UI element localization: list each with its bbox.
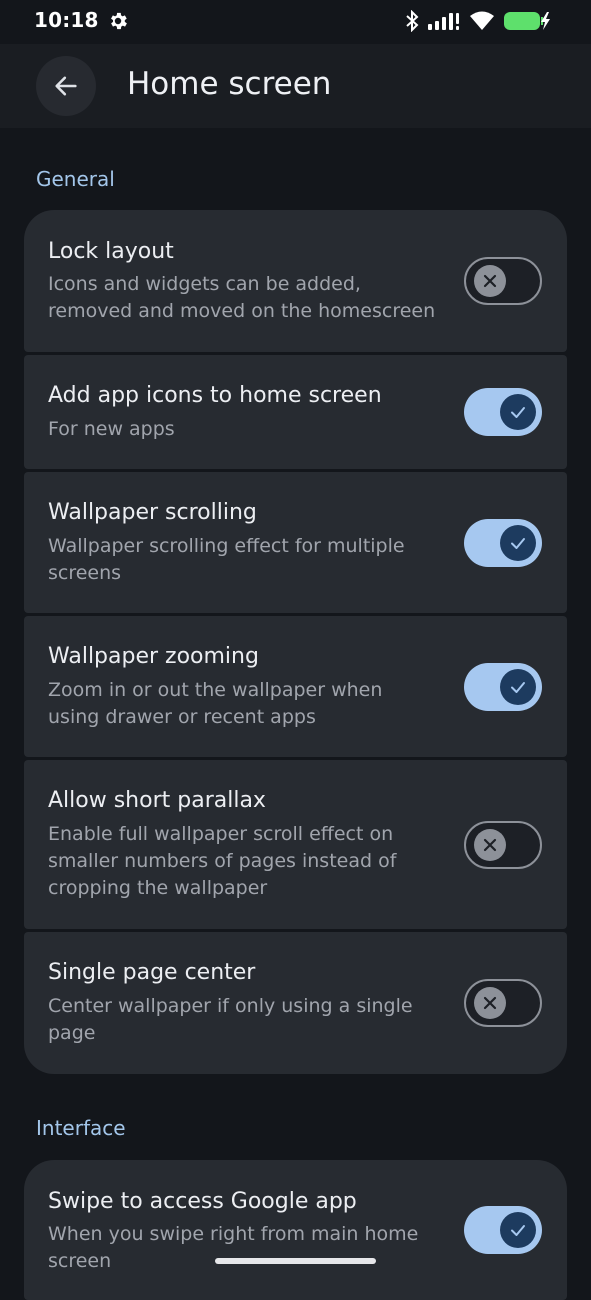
setting-label: Add app icons to home screen xyxy=(48,383,382,408)
add-app-icons-toggle[interactable] xyxy=(464,388,542,436)
setting-wallpaper-scrolling[interactable]: Wallpaper scrolling Wallpaper scrolling … xyxy=(24,472,567,613)
setting-label: Allow short parallax xyxy=(48,788,266,813)
toggle-knob xyxy=(474,265,506,297)
toggle-knob xyxy=(474,829,506,861)
setting-allow-short-parallax[interactable]: Allow short parallax Enable full wallpap… xyxy=(24,760,567,929)
setting-label: Lock layout xyxy=(48,239,174,264)
close-icon xyxy=(483,838,497,852)
setting-description: Center wallpaper if only using a single … xyxy=(48,995,413,1044)
section-title-general: General xyxy=(36,167,115,191)
status-time: 10:18 xyxy=(34,8,99,32)
allow-short-parallax-toggle[interactable] xyxy=(464,821,542,869)
status-bar: 10:18 xyxy=(0,0,591,44)
close-icon xyxy=(483,274,497,288)
bluetooth-icon xyxy=(406,10,419,32)
toggle-knob xyxy=(500,394,536,430)
check-icon xyxy=(511,682,525,693)
app-bar: Home screen xyxy=(0,44,591,128)
setting-description: Icons and widgets can be added, removed … xyxy=(48,273,436,322)
page-title: Home screen xyxy=(127,66,332,102)
setting-label: Wallpaper scrolling xyxy=(48,500,257,525)
wifi-icon xyxy=(470,11,494,30)
setting-label: Wallpaper zooming xyxy=(48,644,259,669)
signal-icon xyxy=(428,13,459,30)
arrow-left-icon xyxy=(55,76,77,96)
check-icon xyxy=(511,1225,525,1236)
swipe-google-app-toggle[interactable] xyxy=(464,1206,542,1254)
setting-description: Enable full wallpaper scroll effect on s… xyxy=(48,823,397,899)
back-button[interactable] xyxy=(36,56,96,116)
single-page-center-toggle[interactable] xyxy=(464,979,542,1027)
battery-charging-icon xyxy=(504,12,550,30)
general-settings-group: Lock layout Icons and widgets can be add… xyxy=(24,210,567,1074)
toggle-knob xyxy=(500,669,536,705)
gear-icon xyxy=(111,12,127,30)
toggle-knob xyxy=(500,1212,536,1248)
wallpaper-zooming-toggle[interactable] xyxy=(464,663,542,711)
section-title-interface: Interface xyxy=(36,1116,126,1140)
check-icon xyxy=(511,538,525,549)
lock-layout-toggle[interactable] xyxy=(464,257,542,305)
setting-description: For new apps xyxy=(48,418,175,440)
wallpaper-scrolling-toggle[interactable] xyxy=(464,519,542,567)
setting-description: Zoom in or out the wallpaper when using … xyxy=(48,679,383,728)
toggle-knob xyxy=(500,525,536,561)
setting-description: When you swipe right from main home scre… xyxy=(48,1223,419,1272)
close-icon xyxy=(483,996,497,1010)
gesture-nav-handle[interactable] xyxy=(215,1258,376,1264)
setting-single-page-center[interactable]: Single page center Center wallpaper if o… xyxy=(24,932,567,1074)
setting-lock-layout[interactable]: Lock layout Icons and widgets can be add… xyxy=(24,210,567,352)
toggle-knob xyxy=(474,987,506,1019)
setting-description: Wallpaper scrolling effect for multiple … xyxy=(48,535,405,584)
setting-swipe-google-app[interactable]: Swipe to access Google app When you swip… xyxy=(24,1160,567,1300)
setting-wallpaper-zooming[interactable]: Wallpaper zooming Zoom in or out the wal… xyxy=(24,616,567,757)
setting-label: Swipe to access Google app xyxy=(48,1189,357,1214)
check-icon xyxy=(511,407,525,418)
setting-add-app-icons[interactable]: Add app icons to home screen For new app… xyxy=(24,355,567,469)
status-icons xyxy=(405,9,551,33)
setting-label: Single page center xyxy=(48,960,256,985)
